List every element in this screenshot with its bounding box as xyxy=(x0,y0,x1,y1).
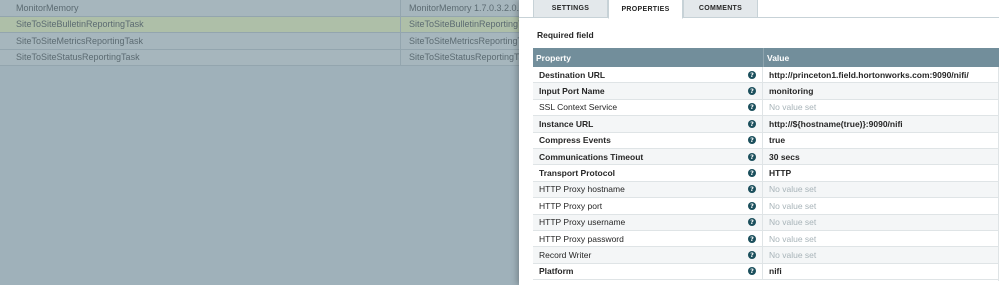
property-name: HTTP Proxy port xyxy=(539,200,603,211)
task-name-cell: MonitorMemory xyxy=(0,0,401,16)
property-value-cell[interactable]: No value set xyxy=(763,102,993,112)
properties-grid-body: Destination URL? http://princeton1.field.… xyxy=(533,67,999,281)
property-value-cell[interactable]: http://princeton1.field.hortonworks.com:… xyxy=(763,70,993,80)
property-name: Communications Timeout xyxy=(539,151,644,162)
task-type-cell: SiteToSiteStatusReportingTask xyxy=(409,52,531,63)
table-row[interactable]: SSL Context Service? No value set xyxy=(533,99,999,117)
task-type-cell: SiteToSiteBulletinReportingTask xyxy=(409,19,531,30)
task-type-cell: MonitorMemory 1.7.0.3.2.0.0-5 xyxy=(409,2,531,13)
tab-comments[interactable]: COMMENTS xyxy=(683,0,758,18)
table-row[interactable]: Input Port Name? monitoring xyxy=(533,83,999,100)
question-circle-icon[interactable]: ? xyxy=(748,169,756,178)
question-circle-icon[interactable]: ? xyxy=(748,185,756,194)
property-value-cell[interactable]: nifi xyxy=(763,266,993,276)
tab-settings[interactable]: SETTINGS xyxy=(533,0,608,18)
table-row[interactable]: Compress Events? true xyxy=(533,132,999,149)
question-circle-icon[interactable]: ? xyxy=(748,201,756,210)
property-name-cell: HTTP Proxy username? xyxy=(533,214,763,230)
property-name: Platform xyxy=(539,266,574,277)
property-value-cell[interactable]: No value set xyxy=(763,250,993,260)
tab-properties[interactable]: PROPERTIES xyxy=(608,0,683,19)
question-circle-icon[interactable]: ? xyxy=(748,70,756,79)
property-name-cell: HTTP Proxy password? xyxy=(533,230,763,247)
property-name-cell: Instance URL? xyxy=(533,116,763,132)
property-name-cell: Communications Timeout? xyxy=(533,148,763,165)
question-circle-icon[interactable]: ? xyxy=(748,218,756,227)
table-row[interactable]: Communications Timeout? 30 secs xyxy=(533,148,999,166)
question-circle-icon[interactable]: ? xyxy=(748,119,756,128)
property-name-cell: HTTP Proxy hostname? xyxy=(533,181,763,198)
table-row[interactable]: Record Writer? No value set xyxy=(533,247,999,264)
table-row[interactable]: HTTP Proxy password? No value set xyxy=(533,230,999,248)
question-circle-icon[interactable]: ? xyxy=(748,267,756,276)
table-row[interactable]: Platform? nifi xyxy=(533,263,999,281)
property-value-cell[interactable]: No value set xyxy=(763,217,993,227)
property-name: Instance URL xyxy=(539,118,594,129)
property-name: HTTP Proxy username xyxy=(539,217,626,228)
property-name: HTTP Proxy hostname xyxy=(539,184,625,195)
property-name-cell: Compress Events? xyxy=(533,132,763,148)
table-row[interactable]: Instance URL? http://${hostname(true)}:90… xyxy=(533,116,999,133)
configure-reporting-task-dialog: SETTINGS PROPERTIES COMMENTS Required fiel… xyxy=(519,0,999,285)
property-name-cell: Input Port Name? xyxy=(533,83,763,99)
table-row[interactable]: HTTP Proxy hostname? No value set xyxy=(533,181,999,199)
property-value-cell[interactable]: 30 secs xyxy=(763,152,993,162)
property-name-cell: Destination URL? xyxy=(533,67,763,83)
property-name: Record Writer xyxy=(539,249,592,260)
property-name: Destination URL xyxy=(539,69,606,80)
question-circle-icon[interactable]: ? xyxy=(748,234,756,243)
task-type-cell: SiteToSiteMetricsReportingTask xyxy=(409,35,531,46)
task-name-cell: SiteToSiteBulletinReportingTask xyxy=(0,16,401,32)
question-circle-icon[interactable]: ? xyxy=(748,136,756,145)
table-row[interactable]: HTTP Proxy username? No value set xyxy=(533,214,999,231)
property-value-cell[interactable]: monitoring xyxy=(763,86,993,96)
property-value-cell[interactable]: http://${hostname(true)}:9090/nifi xyxy=(763,119,993,129)
question-circle-icon[interactable]: ? xyxy=(748,152,756,161)
property-name: SSL Context Service xyxy=(539,102,618,113)
property-name-cell: Transport Protocol? xyxy=(533,165,763,181)
task-name-cell: SiteToSiteMetricsReportingTask xyxy=(0,33,401,49)
property-name-cell: Platform? xyxy=(533,263,763,280)
properties-grid-header: Property Value xyxy=(533,48,999,67)
dialog-tabs: SETTINGS PROPERTIES COMMENTS xyxy=(519,0,999,19)
property-value-cell[interactable]: No value set xyxy=(763,184,993,194)
property-value-cell[interactable]: true xyxy=(763,135,993,145)
question-circle-icon[interactable]: ? xyxy=(748,103,756,112)
property-name: Compress Events xyxy=(539,135,611,146)
value-column-header[interactable]: Value xyxy=(763,48,789,67)
table-row[interactable]: HTTP Proxy port? No value set xyxy=(533,198,999,215)
property-value-cell[interactable]: No value set xyxy=(763,201,993,211)
property-name-cell: HTTP Proxy port? xyxy=(533,198,763,214)
question-circle-icon[interactable]: ? xyxy=(748,87,756,96)
table-row[interactable]: Transport Protocol? HTTP xyxy=(533,165,999,182)
question-circle-icon[interactable]: ? xyxy=(748,250,756,259)
property-value-cell[interactable]: No value set xyxy=(763,234,993,244)
property-name: Transport Protocol xyxy=(539,168,616,179)
property-name-cell: SSL Context Service? xyxy=(533,99,763,116)
property-name: Input Port Name xyxy=(539,86,605,97)
property-column-header[interactable]: Property xyxy=(533,53,763,63)
task-name-cell: SiteToSiteStatusReportingTask xyxy=(0,49,401,65)
property-name: HTTP Proxy password xyxy=(539,233,624,244)
required-field-legend: Required field xyxy=(537,30,594,40)
table-row[interactable]: Destination URL? http://princeton1.field.… xyxy=(533,67,999,84)
property-value-cell[interactable]: HTTP xyxy=(763,168,993,178)
property-name-cell: Record Writer? xyxy=(533,247,763,263)
properties-grid: Property Value Destination URL? http://pr… xyxy=(533,48,999,281)
